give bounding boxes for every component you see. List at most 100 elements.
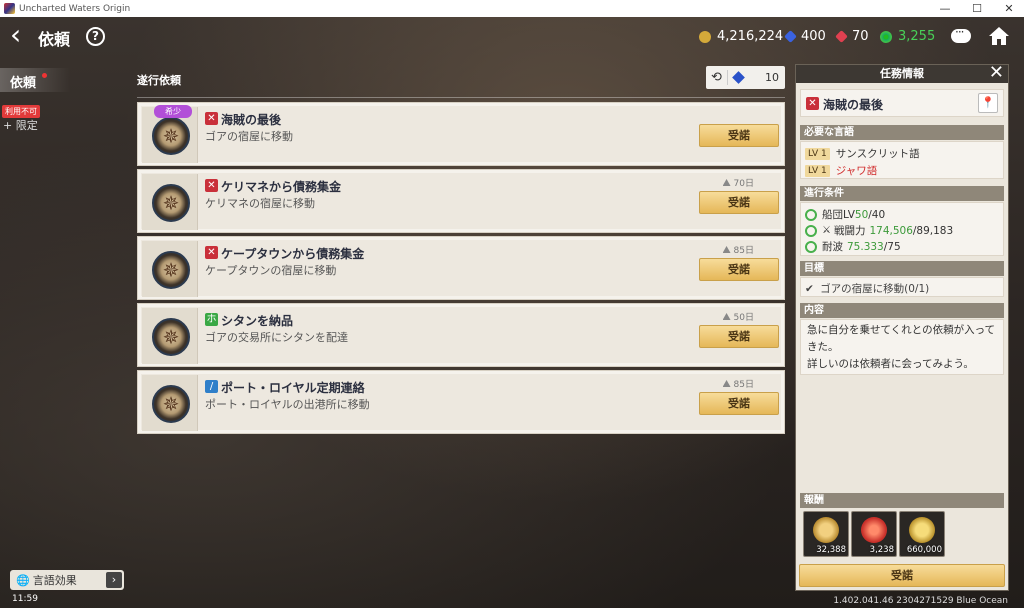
- ship-icon: [722, 179, 731, 186]
- quest-description: ゴアの宿屋に移動: [205, 130, 293, 143]
- condition-current: 50: [854, 208, 869, 221]
- close-icon[interactable]: ✕: [989, 63, 1004, 83]
- gold-coin-icon: [909, 517, 935, 543]
- helm-wheel-icon: [880, 30, 892, 43]
- check-ring-icon: [805, 224, 817, 237]
- content-line: 詳しいのは依頼者に会ってみよう。: [807, 358, 974, 370]
- quest-type-icon: ✕: [205, 246, 218, 259]
- quest-days: 50日: [722, 310, 754, 323]
- version-label: 1.402.041.46 2304271529 Blue Ocean: [833, 596, 1008, 606]
- home-icon[interactable]: [988, 25, 1010, 47]
- window-title: Uncharted Waters Origin: [19, 3, 131, 14]
- section-title: 遂行依頼: [137, 74, 181, 87]
- rare-badge: 希少: [154, 105, 192, 118]
- checkmark-icon: ✔: [805, 283, 814, 295]
- accept-button[interactable]: 受諾: [699, 258, 779, 281]
- quest-days: 85日: [722, 243, 754, 256]
- ship-icon: [722, 313, 731, 320]
- chat-icon[interactable]: [951, 25, 971, 43]
- conditions-body: 船団LV 50 /40 ⚔ 戦闘力 174,506 /89,183 耐波 75.…: [800, 202, 1004, 256]
- sidebar-tab-requests[interactable]: 依頼: [0, 68, 70, 92]
- panel-title: 任務情報 ✕: [796, 63, 1008, 83]
- currency-wheel-value: 3,255: [898, 29, 936, 44]
- quest-row[interactable]: ホシタンを納品ゴアの交易所にシタンを配達 50日受諾: [137, 303, 785, 367]
- back-button[interactable]: ‹: [10, 21, 30, 52]
- quest-row[interactable]: 希少 ✕海賊の最後ゴアの宿屋に移動 受諾: [137, 102, 785, 166]
- goal-heading: 目標: [800, 261, 1004, 276]
- reward-amount: 660,000: [906, 545, 942, 555]
- required-language-heading: 必要な言語: [800, 125, 1004, 140]
- help-icon[interactable]: ?: [86, 27, 105, 46]
- refresh-button[interactable]: ⟲ 10: [706, 66, 785, 89]
- quest-days-value: 70日: [733, 179, 754, 189]
- language-effect-label: 言語効果: [32, 574, 77, 587]
- close-window-button[interactable]: ✕: [994, 0, 1024, 17]
- quest-description: ケープタウンの宿屋に移動: [205, 264, 337, 277]
- language-row: LV 1 ジャワ語: [805, 163, 877, 178]
- quest-info-panel: 任務情報 ✕ ✕ 海賊の最後 📍 必要な言語 LV 1 サンスクリット語 LV …: [795, 63, 1009, 591]
- notification-dot: [42, 73, 47, 78]
- minimize-button[interactable]: —: [930, 0, 960, 17]
- panel-quest-header: ✕ 海賊の最後 📍: [800, 89, 1004, 117]
- ship-wheel-icon: [152, 184, 190, 222]
- content-heading: 内容: [800, 303, 1004, 318]
- accept-button[interactable]: 受諾: [699, 191, 779, 214]
- reward-heading: 報酬: [800, 493, 1004, 508]
- condition-label: 船団LV: [822, 209, 855, 221]
- page-title: 依頼: [38, 30, 71, 49]
- currency-ruby-value: 70: [852, 29, 869, 44]
- language-effect-button[interactable]: 🌐 言語効果 ›: [10, 570, 124, 590]
- quest-row[interactable]: ✕ケープタウンから債務集金ケープタウンの宿屋に移動 85日受諾: [137, 236, 785, 300]
- quest-icon-box: [142, 174, 198, 230]
- sidebar-item-limited[interactable]: + 限定: [3, 117, 38, 133]
- currency-sapphire: 400: [784, 29, 826, 44]
- currency-sapphire-value: 400: [801, 29, 826, 44]
- reward-star-badge[interactable]: 3,238: [851, 511, 897, 557]
- quest-name: シタンを納品: [221, 314, 294, 328]
- quest-name: ポート・ロイヤル定期連絡: [221, 381, 365, 395]
- window-title-bar: Uncharted Waters Origin — ☐ ✕: [0, 0, 1024, 17]
- globe-icon: 🌐: [16, 573, 30, 587]
- star-badge-icon: [861, 517, 887, 543]
- map-pin-icon[interactable]: 📍: [978, 93, 998, 113]
- currency-gold: 4,216,224: [699, 29, 783, 44]
- language-row: LV 1 サンスクリット語: [805, 146, 920, 161]
- language-name-missing: ジャワ語: [835, 165, 878, 177]
- reward-amount: 3,238: [869, 545, 894, 555]
- quest-row[interactable]: /ポート・ロイヤル定期連絡ポート・ロイヤルの出港所に移動 85日受諾: [137, 370, 785, 434]
- sapphire-icon: [784, 30, 797, 43]
- panel-quest-name: 海賊の最後: [823, 98, 884, 112]
- quest-type-icon: ホ: [205, 313, 218, 326]
- condition-required: /40: [868, 208, 886, 221]
- quest-days: 85日: [722, 377, 754, 390]
- sapphire-icon: [732, 71, 745, 84]
- ruby-icon: [835, 30, 848, 43]
- sidebar-tab-label: 依頼: [10, 76, 37, 91]
- content-body: 急に自分を乗せてくれとの依頼が入って きた。 詳しいのは依頼者に会ってみよう。: [800, 319, 1004, 375]
- gold-coin-icon: [699, 30, 711, 43]
- accept-button[interactable]: 受諾: [699, 392, 779, 415]
- condition-current: 174,506: [869, 224, 913, 237]
- reward-gold[interactable]: 660,000: [899, 511, 945, 557]
- accept-button[interactable]: 受諾: [699, 124, 779, 147]
- goal-body: ✔ ゴアの宿屋に移動(0/1): [800, 277, 1004, 297]
- goal-row: ✔ ゴアの宿屋に移動(0/1): [805, 281, 929, 296]
- quest-name: ケリマネから債務集金: [221, 180, 342, 194]
- panel-accept-button[interactable]: 受諾: [799, 564, 1005, 587]
- quest-icon-box: [142, 241, 198, 297]
- quest-name: 海賊の最後: [221, 113, 282, 127]
- content-line: 急に自分を乗せてくれとの依頼が入って: [807, 324, 996, 336]
- ship-icon: [722, 246, 731, 253]
- maximize-button[interactable]: ☐: [962, 0, 992, 17]
- language-level: LV 1: [805, 164, 830, 177]
- quest-days-value: 50日: [733, 313, 754, 323]
- refresh-cost: 10: [765, 71, 779, 84]
- language-name: サンスクリット語: [835, 148, 920, 160]
- check-ring-icon: [805, 208, 817, 221]
- reward-medal[interactable]: 32,388: [803, 511, 849, 557]
- condition-current: 75.333: [847, 240, 884, 253]
- accept-button[interactable]: 受諾: [699, 325, 779, 348]
- currency-wheel: 3,255: [880, 29, 935, 44]
- medal-icon: [813, 517, 839, 543]
- quest-row[interactable]: ✕ケリマネから債務集金ケリマネの宿屋に移動 70日受諾: [137, 169, 785, 233]
